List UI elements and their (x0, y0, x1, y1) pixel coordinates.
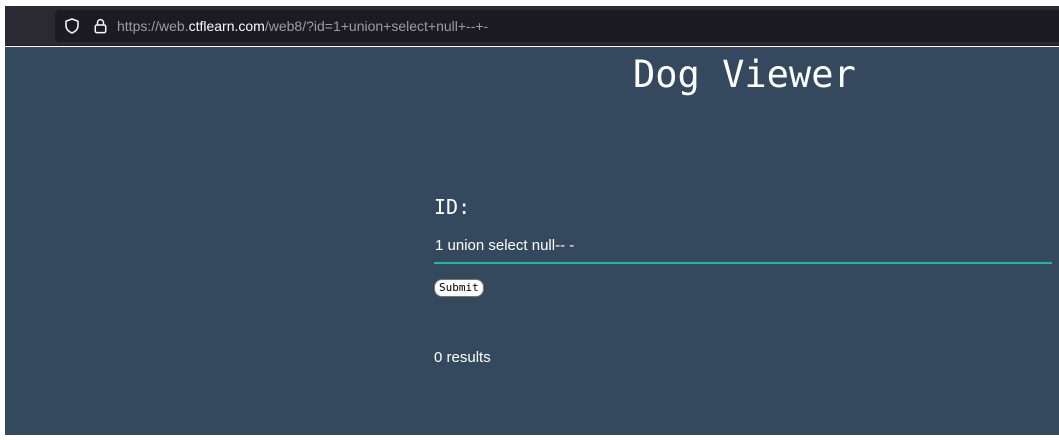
url-text[interactable]: https://web.ctflearn.com/web8/?id=1+unio… (117, 18, 488, 34)
page-content: Dog Viewer ID: Submit 0 results (5, 47, 1059, 435)
url-path: /web8/?id=1+union+select+null+--+- (264, 18, 489, 34)
id-input[interactable] (434, 228, 1052, 264)
url-prefix: https://web. (117, 18, 189, 34)
browser-window: https://web.ctflearn.com/web8/?id=1+unio… (0, 0, 1059, 440)
page-title: Dog Viewer (633, 53, 856, 96)
submit-button[interactable]: Submit (434, 279, 484, 297)
shield-icon[interactable] (63, 17, 81, 35)
results-text: 0 results (434, 349, 491, 366)
url-domain: ctflearn.com (188, 18, 265, 34)
browser-toolbar: https://web.ctflearn.com/web8/?id=1+unio… (5, 6, 1059, 46)
lock-icon[interactable] (91, 17, 109, 35)
id-label: ID: (434, 195, 471, 219)
address-bar[interactable]: https://web.ctflearn.com/web8/?id=1+unio… (55, 10, 1059, 42)
